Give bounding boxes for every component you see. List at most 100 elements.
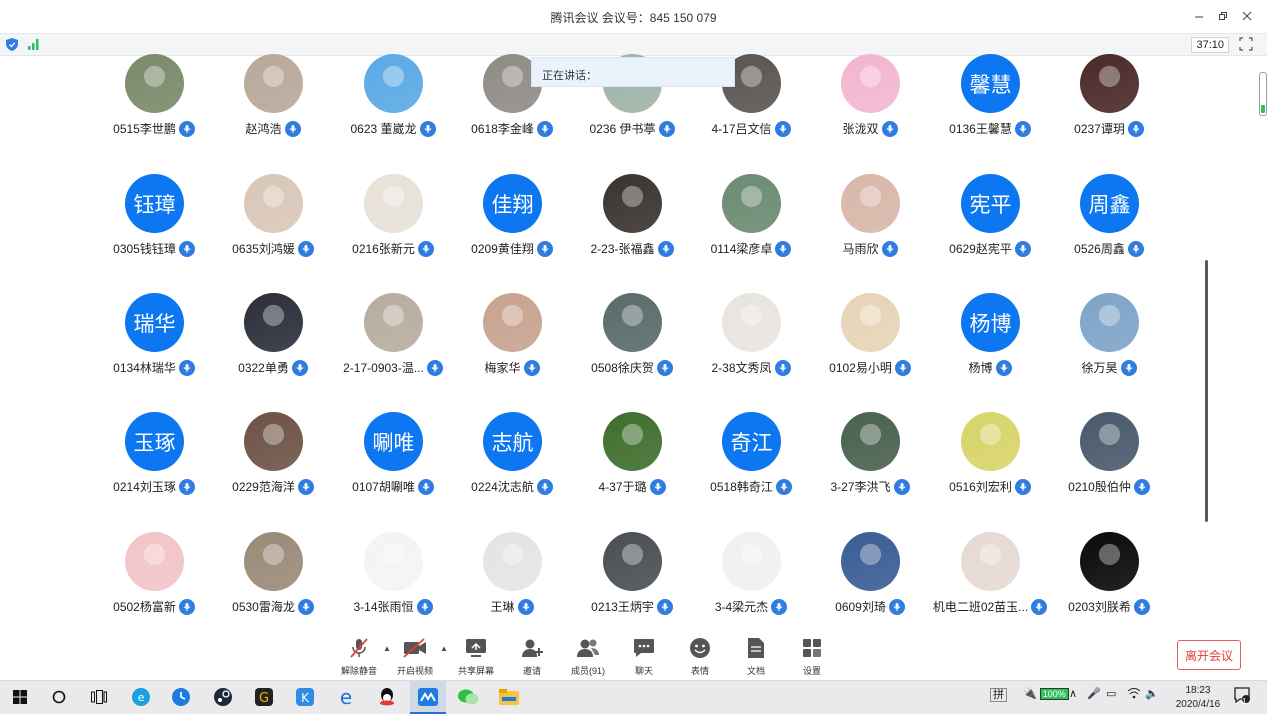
- participant-tile[interactable]: 0237谭玥: [1049, 54, 1169, 164]
- participant-tile[interactable]: 马雨欣: [810, 174, 930, 284]
- battery-icon[interactable]: ▭: [1106, 687, 1116, 700]
- participant-tile[interactable]: 佳翔 0209黄佳翔: [452, 174, 572, 284]
- shield-icon[interactable]: [6, 38, 18, 51]
- participant-tile[interactable]: 0635刘鸿媛: [213, 174, 333, 284]
- participant-tile[interactable]: 0114梁彦卓: [691, 174, 811, 284]
- participant-tile[interactable]: 0515李世鹏: [94, 54, 214, 164]
- participant-tile[interactable]: 宪平 0629赵宪平: [930, 174, 1050, 284]
- invite-button[interactable]: 邀请: [507, 636, 557, 677]
- share-screen-button[interactable]: 共享屏幕: [451, 636, 501, 677]
- participant-name: 0214刘玉琢: [113, 480, 176, 494]
- clock-date: 2020/4/16: [1175, 699, 1221, 710]
- chevron-up-icon[interactable]: ∧: [1069, 687, 1077, 700]
- participant-tile[interactable]: 志航 0224沈志航: [452, 412, 572, 522]
- participant-tile[interactable]: 3-4梁元杰: [691, 532, 811, 634]
- participant-tile[interactable]: 0203刘朕希: [1049, 532, 1169, 634]
- clock-app-icon[interactable]: [168, 685, 194, 709]
- participant-tile[interactable]: 唰唯 0107胡唰唯: [333, 412, 453, 522]
- restore-icon[interactable]: [1211, 6, 1235, 26]
- mic-status-icon: [881, 120, 898, 137]
- search-icon[interactable]: [46, 685, 72, 709]
- participant-name-row: 4-37于璐: [572, 478, 692, 495]
- participant-tile[interactable]: 张泷双: [810, 54, 930, 164]
- participant-tile[interactable]: 0609刘琦: [810, 532, 930, 634]
- k-app-icon[interactable]: K: [292, 685, 318, 709]
- unmute-button[interactable]: 解除静音: [334, 636, 384, 677]
- participant-tile[interactable]: 0516刘宏利: [930, 412, 1050, 522]
- steam-icon[interactable]: [210, 685, 236, 709]
- participant-tile[interactable]: 2-38文秀凤: [691, 293, 811, 403]
- avatar-initials: 馨慧: [961, 54, 1020, 113]
- participant-tile[interactable]: 赵鸿浩: [213, 54, 333, 164]
- taskbar-clock[interactable]: 18:23 2020/4/16: [1168, 684, 1228, 712]
- participant-tile[interactable]: 玉琢 0214刘玉琢: [94, 412, 214, 522]
- mic-muted-icon: [350, 638, 368, 658]
- participant-tile[interactable]: 0508徐庆贺: [572, 293, 692, 403]
- edge-icon[interactable]: e: [333, 685, 359, 709]
- windows-start-icon[interactable]: [7, 685, 33, 709]
- svg-text:e: e: [340, 687, 352, 707]
- participant-tile[interactable]: 馨慧 0136王馨慧: [930, 54, 1050, 164]
- participant-name: 0134林瑞华: [113, 361, 176, 375]
- minimize-icon[interactable]: [1187, 6, 1211, 26]
- participant-tile[interactable]: 周鑫 0526周鑫: [1049, 174, 1169, 284]
- avatar: [961, 412, 1020, 471]
- qq-icon[interactable]: [374, 685, 400, 709]
- chat-icon: [634, 639, 654, 657]
- participant-tile[interactable]: 0502杨富新: [94, 532, 214, 634]
- scrollbar[interactable]: [1205, 260, 1208, 522]
- participant-tile[interactable]: 王琳: [452, 532, 572, 634]
- members-button[interactable]: 成员(91): [563, 636, 613, 677]
- participant-tile[interactable]: 0102易小明: [810, 293, 930, 403]
- participant-tile[interactable]: 钰璋 0305钱钰璋: [94, 174, 214, 284]
- browser-e-icon[interactable]: e: [128, 685, 154, 709]
- participant-tile[interactable]: 梅家华: [452, 293, 572, 403]
- participant-tile[interactable]: 0229范海洋: [213, 412, 333, 522]
- participant-tile[interactable]: 3-14张雨恒: [333, 532, 453, 634]
- participant-tile[interactable]: 0213王炳宇: [572, 532, 692, 634]
- settings-button[interactable]: 设置: [787, 636, 837, 677]
- svg-text:e: e: [138, 691, 145, 704]
- game-app-icon[interactable]: G: [251, 685, 277, 709]
- participant-name: 0623 董崴龙: [350, 122, 417, 136]
- emoji-button[interactable]: 表情: [675, 636, 725, 677]
- participant-tile[interactable]: 0322单勇: [213, 293, 333, 403]
- battery-indicator[interactable]: 🔌 100%: [1023, 687, 1069, 700]
- participant-tile[interactable]: 杨博 杨博: [930, 293, 1050, 403]
- participant-name: 徐万昊: [1081, 361, 1118, 375]
- fullscreen-icon[interactable]: [1239, 37, 1253, 51]
- participant-tile[interactable]: 2-23-张福鑫: [572, 174, 692, 284]
- wechat-icon[interactable]: [455, 685, 481, 709]
- meeting-toolbar: 解除静音 ▲ 开启视频 ▲ 共享屏幕 邀请 成员(91) 聊天 表情 文档 设置: [0, 634, 1267, 680]
- participant-name: 4-37于璐: [598, 480, 647, 494]
- participant-tile[interactable]: 瑞华 0134林瑞华: [94, 293, 214, 403]
- leave-meeting-button[interactable]: 离开会议: [1177, 640, 1241, 670]
- docs-button[interactable]: 文档: [731, 636, 781, 677]
- caret-up-icon[interactable]: ▲: [440, 644, 448, 653]
- close-icon[interactable]: [1235, 6, 1259, 26]
- participant-tile[interactable]: 0210殷伯仲: [1049, 412, 1169, 522]
- file-explorer-icon[interactable]: [496, 685, 522, 709]
- participant-name-row: 3-27李洪飞: [810, 478, 930, 495]
- tencent-meeting-taskbar-icon[interactable]: [410, 681, 446, 714]
- participant-tile[interactable]: 奇江 0518韩奇江: [691, 412, 811, 522]
- ime-indicator[interactable]: 拼: [990, 688, 1007, 702]
- wifi-icon[interactable]: [1127, 687, 1141, 702]
- volume-icon[interactable]: 🔈: [1145, 687, 1159, 700]
- participant-tile[interactable]: 0216张新元: [333, 174, 453, 284]
- participant-tile[interactable]: 2-17-0903-温...: [333, 293, 453, 403]
- participant-tile[interactable]: 0623 董崴龙: [333, 54, 453, 164]
- participant-tile[interactable]: 徐万昊: [1049, 293, 1169, 403]
- task-view-icon[interactable]: [86, 685, 112, 709]
- mic-status-icon: [894, 359, 911, 376]
- svg-text:G: G: [259, 691, 269, 706]
- participant-tile[interactable]: 机电二班02苗玉...: [930, 532, 1050, 634]
- participant-tile[interactable]: 4-37于璐: [572, 412, 692, 522]
- signal-strength-icon[interactable]: [28, 38, 40, 50]
- microphone-icon[interactable]: 🎤: [1087, 687, 1101, 700]
- participant-name: 赵鸿浩: [245, 122, 282, 136]
- participant-tile[interactable]: 3-27李洪飞: [810, 412, 930, 522]
- participant-tile[interactable]: 0530雷海龙: [213, 532, 333, 634]
- start-video-button[interactable]: 开启视频: [390, 636, 440, 677]
- chat-button[interactable]: 聊天: [619, 636, 669, 677]
